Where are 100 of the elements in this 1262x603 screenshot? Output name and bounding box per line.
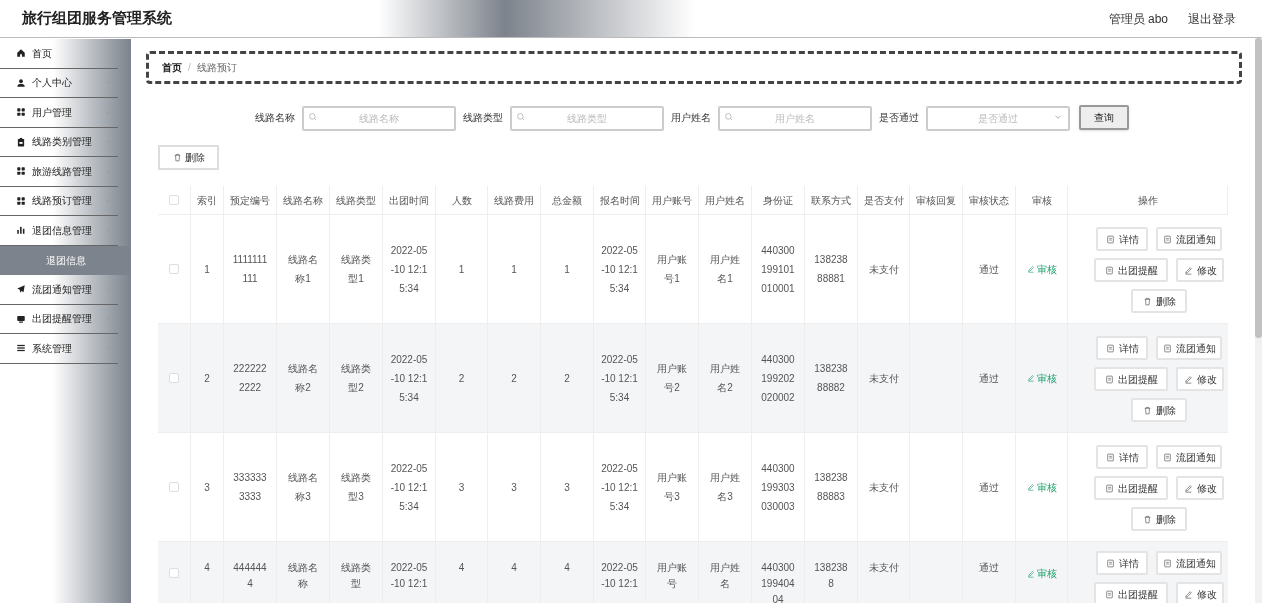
table-cell-text: 3 bbox=[511, 480, 517, 495]
table-cell-text: 3 bbox=[458, 480, 465, 495]
document-icon bbox=[1105, 558, 1115, 568]
row-checkbox[interactable] bbox=[169, 264, 179, 274]
table-cell-text: 用户账号3 bbox=[656, 471, 688, 504]
action-button[interactable]: 详情 bbox=[1096, 227, 1148, 251]
column-header: 总金额 bbox=[541, 186, 594, 214]
table-cell-text: 线路类型2 bbox=[340, 362, 372, 395]
document-icon bbox=[1162, 452, 1172, 462]
table-cell-text: 3 bbox=[564, 480, 570, 495]
action-button[interactable]: 详情 bbox=[1096, 336, 1148, 360]
sidebar-item[interactable]: 流团通知管理 bbox=[0, 275, 118, 305]
table-cell-text: 4 bbox=[564, 561, 570, 575]
action-button[interactable]: 修改 bbox=[1176, 367, 1224, 391]
scrollbar[interactable] bbox=[1255, 38, 1262, 603]
column-header: 线路类型 bbox=[330, 186, 383, 214]
table-cell-text: 通过 bbox=[979, 371, 999, 386]
action-button[interactable]: 修改 bbox=[1176, 476, 1224, 500]
delete-button[interactable]: 删除 bbox=[158, 145, 219, 170]
sidebar-item[interactable]: 退团信息管理 bbox=[0, 216, 118, 246]
action-button[interactable]: 出团提醒 bbox=[1094, 582, 1168, 603]
search-field[interactable]: 线路名称 bbox=[302, 105, 456, 131]
table-cell-text: 通过 bbox=[979, 262, 999, 277]
audit-link[interactable]: 审核 bbox=[1026, 261, 1057, 277]
breadcrumb-item[interactable]: 首页 bbox=[162, 60, 182, 75]
pen-icon bbox=[1026, 569, 1035, 578]
table-cell-text: 线路类型1 bbox=[340, 253, 372, 286]
sidebar-item[interactable]: 旅游线路管理 bbox=[0, 157, 118, 187]
table-cell-text: 2022-05-10 12:15:34 bbox=[390, 461, 428, 514]
field-label: 是否通过 bbox=[879, 110, 919, 125]
table-cell-text: 用户姓名2 bbox=[709, 362, 741, 395]
action-button[interactable]: 出团提醒 bbox=[1094, 258, 1168, 282]
table-cell-text: 440300199202020002 bbox=[760, 352, 796, 405]
action-button[interactable]: 删除 bbox=[1131, 289, 1187, 313]
column-header: 线路名称 bbox=[277, 186, 330, 214]
row-checkbox[interactable] bbox=[169, 373, 179, 383]
breadcrumb-item[interactable]: 线路预订 bbox=[196, 60, 237, 75]
table-cell-text: 4444444 bbox=[232, 561, 268, 591]
action-button[interactable]: 出团提醒 bbox=[1094, 367, 1168, 391]
submenu-item[interactable]: 退团信息 bbox=[0, 245, 131, 275]
table-cell-text: 用户姓名1 bbox=[709, 253, 741, 286]
column-header: 预定编号 bbox=[224, 186, 277, 214]
action-button[interactable]: 出团提醒 bbox=[1094, 476, 1168, 500]
action-button[interactable]: 流团通知 bbox=[1156, 336, 1222, 360]
logout-link[interactable]: 退出登录 bbox=[1188, 9, 1236, 28]
document-icon bbox=[1162, 343, 1172, 353]
row-checkbox[interactable] bbox=[169, 482, 179, 492]
audit-link[interactable]: 审核 bbox=[1026, 479, 1057, 495]
table-cell-text: 2 bbox=[564, 371, 570, 386]
table-cell-text: 线路名称 bbox=[287, 561, 319, 591]
document-icon bbox=[1105, 343, 1115, 353]
sidebar-item[interactable]: 用户管理 bbox=[0, 98, 118, 128]
field-label: 线路类型 bbox=[463, 110, 503, 125]
action-button[interactable]: 流团通知 bbox=[1156, 445, 1222, 469]
app-title: 旅行组团服务管理系统 bbox=[22, 8, 172, 29]
action-button[interactable]: 修改 bbox=[1176, 582, 1224, 603]
table-cell-text: 2 bbox=[458, 371, 465, 386]
action-button[interactable]: 删除 bbox=[1131, 507, 1187, 531]
row-checkbox[interactable] bbox=[169, 568, 179, 578]
table-cell-text: 4 bbox=[458, 561, 465, 575]
sidebar-item[interactable]: 线路类别管理 bbox=[0, 127, 118, 157]
document-icon bbox=[1104, 589, 1114, 599]
query-button[interactable]: 查询 bbox=[1079, 104, 1129, 130]
action-button[interactable]: 详情 bbox=[1096, 551, 1148, 575]
column-header: 出团时间 bbox=[383, 186, 436, 214]
monitor-icon bbox=[16, 313, 26, 324]
table-cell-text: 用户账号1 bbox=[656, 253, 688, 286]
action-button[interactable]: 流团通知 bbox=[1156, 227, 1222, 251]
scrollbar-thumb[interactable] bbox=[1255, 38, 1262, 338]
table-cell-text: 1382388 bbox=[813, 561, 849, 591]
document-icon bbox=[1162, 558, 1172, 568]
select-all-checkbox[interactable] bbox=[169, 195, 179, 205]
column-header: 审核回复 bbox=[910, 186, 963, 214]
sidebar-item[interactable]: 线路预订管理 bbox=[0, 186, 118, 216]
column-header: 报名时间 bbox=[594, 186, 646, 214]
sidebar-item[interactable]: 个人中心 bbox=[0, 68, 118, 98]
table-cell-text: 440300199303030003 bbox=[760, 461, 796, 514]
grid-icon bbox=[16, 107, 26, 118]
document-icon bbox=[1162, 234, 1172, 244]
pen-icon bbox=[1183, 589, 1193, 599]
trash-icon bbox=[172, 153, 182, 162]
table-cell-text: 13823888883 bbox=[813, 471, 849, 504]
action-button[interactable]: 修改 bbox=[1176, 258, 1224, 282]
sidebar-item[interactable]: 出团提醒管理 bbox=[0, 304, 118, 334]
table-cell-text: 线路名称1 bbox=[287, 253, 319, 286]
sidebar-item[interactable]: 系统管理 bbox=[0, 334, 118, 364]
action-button[interactable]: 流团通知 bbox=[1156, 551, 1222, 575]
table-cell-text: 4 bbox=[511, 561, 517, 575]
column-header: 操作 bbox=[1068, 186, 1228, 214]
action-button[interactable]: 详情 bbox=[1096, 445, 1148, 469]
search-field[interactable]: 用户姓名 bbox=[718, 105, 872, 131]
document-icon bbox=[1104, 265, 1114, 275]
action-button[interactable]: 删除 bbox=[1131, 398, 1187, 422]
table-cell-text: 13823888881 bbox=[813, 253, 849, 286]
table-cell-text: 未支付 bbox=[868, 371, 899, 386]
column-header: 身份证 bbox=[752, 186, 805, 214]
bar-chart-icon bbox=[16, 225, 26, 236]
sidebar-item[interactable]: 首页 bbox=[0, 39, 118, 69]
table-cell-text: 1 bbox=[564, 262, 570, 277]
table-cell-text: 未支付 bbox=[868, 561, 899, 575]
